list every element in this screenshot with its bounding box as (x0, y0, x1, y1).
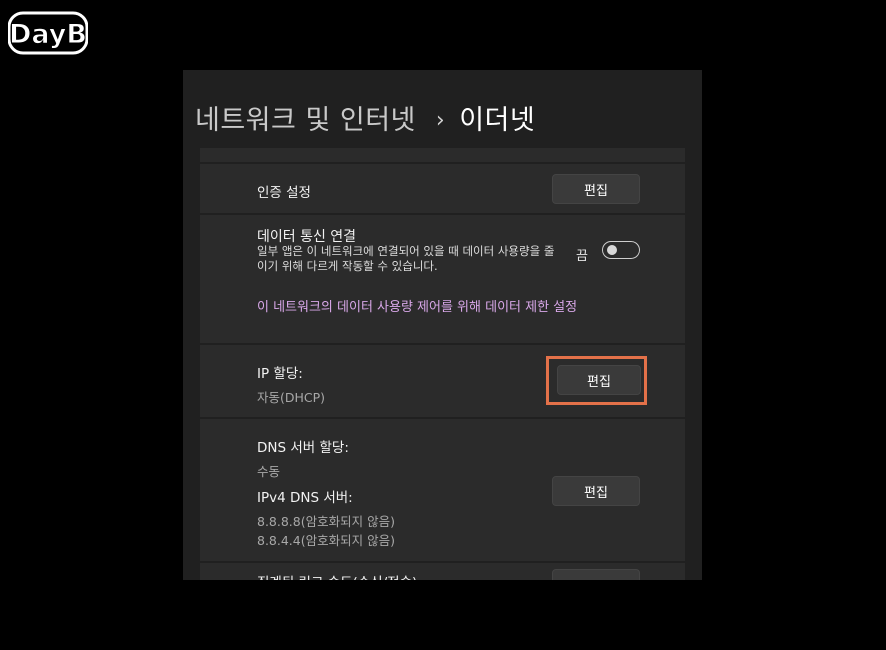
auth-settings-label: 인증 설정 (257, 185, 311, 201)
auth-edit-button[interactable]: 편집 (552, 174, 640, 204)
ip-assignment-label: IP 할당: (257, 366, 303, 382)
auth-settings-row: 인증 설정 편집 (200, 164, 685, 213)
metered-description: 일부 앱은 이 네트워크에 연결되어 있을 때 데이터 사용량을 줄이기 위해 … (257, 244, 555, 273)
panel-top-edge (200, 148, 685, 162)
settings-window: 네트워크 및 인터넷 › 이더넷 인증 설정 편집 데이터 통신 연결 일부 앱은 … (183, 70, 702, 580)
metered-connection-row: 데이터 통신 연결 일부 앱은 이 네트워크에 연결되어 있을 때 데이터 사용… (200, 215, 685, 343)
highlight-box (546, 356, 647, 405)
metered-toggle[interactable] (602, 241, 640, 259)
ipv4-dns-label: IPv4 DNS 서버: (257, 490, 353, 506)
dns-assignment-label: DNS 서버 할당: (257, 440, 349, 456)
dns-server-2: 8.8.4.4(암호화되지 않음) (257, 533, 395, 548)
dns-assignment-value: 수동 (257, 464, 281, 479)
dns-server-1: 8.8.8.8(암호화되지 않음) (257, 514, 395, 529)
data-limit-link[interactable]: 이 네트워크의 데이터 사용량 제어를 위해 데이터 제한 설정 (257, 296, 577, 315)
page-title: 이더넷 (459, 105, 536, 136)
breadcrumb-parent[interactable]: 네트워크 및 인터넷 (195, 105, 416, 136)
breadcrumb: 네트워크 및 인터넷 › 이더넷 (195, 98, 535, 138)
dns-edit-button[interactable]: 편집 (552, 476, 640, 506)
metered-toggle-label: 끔 (576, 249, 588, 264)
link-speed-button[interactable] (552, 569, 640, 580)
dayb-logo: DayB (8, 11, 88, 55)
ip-assignment-value: 자동(DHCP) (257, 390, 326, 405)
logo-text: DayB (9, 19, 87, 50)
link-speed-row: 집계된 링크 속도(수신/전송): (200, 563, 685, 580)
toggle-knob (607, 245, 617, 255)
link-speed-label: 집계된 링크 속도(수신/전송): (257, 571, 422, 580)
breadcrumb-separator-icon: › (435, 108, 446, 133)
metered-title: 데이터 통신 연결 (257, 229, 357, 245)
dns-assignment-row: DNS 서버 할당: 수동 IPv4 DNS 서버: 8.8.8.8(암호화되지… (200, 419, 685, 561)
